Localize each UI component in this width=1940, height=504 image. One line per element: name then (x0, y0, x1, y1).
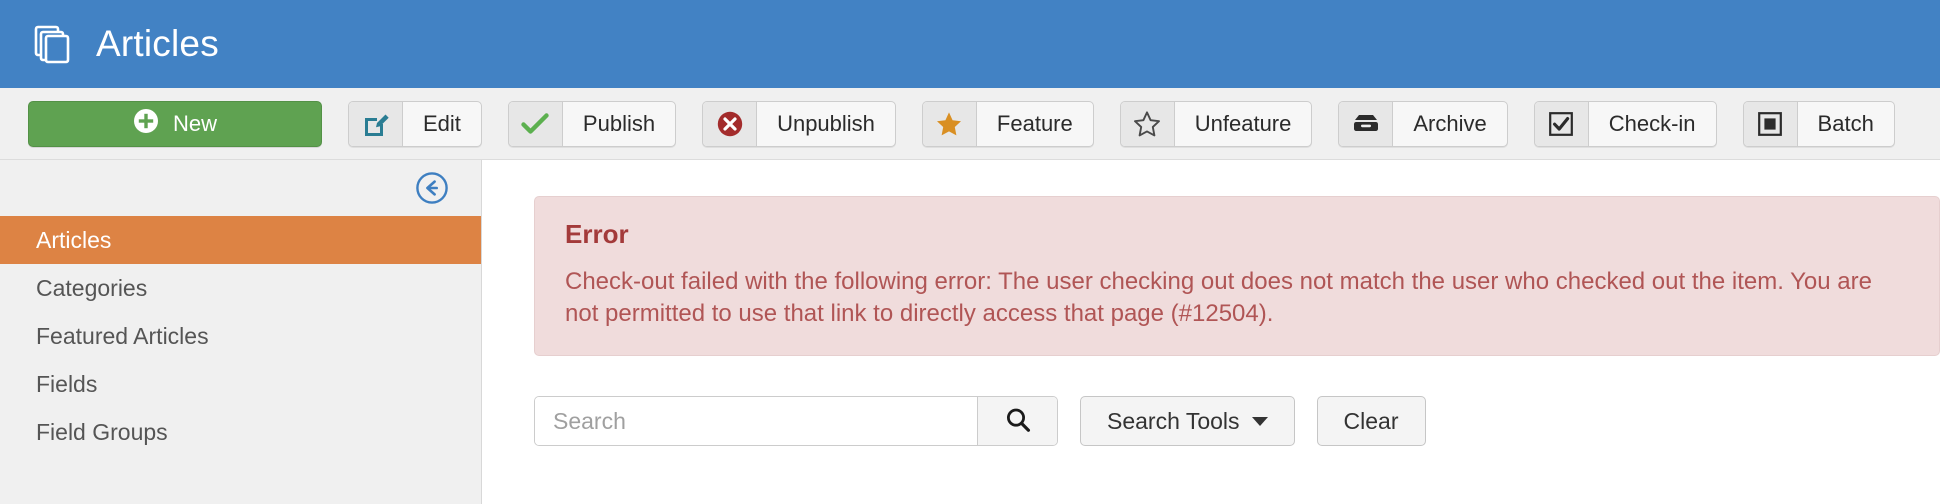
sidebar-item-label: Categories (36, 274, 148, 301)
search-submit-button[interactable] (977, 397, 1057, 446)
error-alert-message: Check-out failed with the following erro… (565, 268, 1872, 327)
page-title: Articles (96, 23, 219, 64)
sidebar-nav: Articles Categories Featured Articles Fi… (0, 216, 481, 456)
toolbar: New Edit Publish Unpublish Feature Unfea… (0, 88, 1940, 160)
sidebar-collapse-row (0, 160, 481, 216)
search-input[interactable] (535, 397, 977, 446)
sidebar-item-label: Field Groups (36, 418, 168, 445)
batch-square-icon (1743, 101, 1798, 146)
publish-button[interactable]: Publish (507, 100, 677, 147)
body-wrapper: Articles Categories Featured Articles Fi… (0, 160, 1940, 504)
batch-button-label: Batch (1817, 110, 1874, 136)
arrow-circle-left-icon[interactable] (415, 171, 449, 205)
unpublish-button-label: Unpublish (777, 110, 875, 136)
feature-button[interactable]: Feature (921, 100, 1094, 147)
magnifier-icon (1004, 406, 1032, 437)
check-in-button[interactable]: Check-in (1533, 100, 1717, 147)
new-button-label: New (172, 110, 217, 136)
sidebar-item-featured-articles[interactable]: Featured Articles (0, 312, 481, 360)
main-content: Error Check-out failed with the followin… (482, 160, 1940, 504)
plus-circle-icon (133, 108, 159, 140)
sidebar-item-field-groups[interactable]: Field Groups (0, 408, 481, 456)
clear-button-label: Clear (1343, 407, 1399, 434)
checkbox-checked-icon (1534, 101, 1589, 146)
unpublish-button[interactable]: Unpublish (702, 100, 896, 147)
search-row: Search Tools Clear (534, 396, 1940, 447)
sidebar-item-articles[interactable]: Articles (0, 216, 481, 264)
new-button[interactable]: New (28, 100, 322, 147)
sidebar-item-fields[interactable]: Fields (0, 360, 481, 408)
times-circle-icon (703, 101, 758, 146)
unfeature-button[interactable]: Unfeature (1119, 100, 1313, 147)
sidebar-item-categories[interactable]: Categories (0, 264, 481, 312)
star-outline-icon (1120, 101, 1175, 146)
sidebar: Articles Categories Featured Articles Fi… (0, 160, 482, 504)
search-tools-label: Search Tools (1107, 407, 1240, 434)
check-icon (508, 101, 563, 146)
stacked-documents-icon (30, 22, 74, 66)
feature-button-label: Feature (996, 110, 1073, 136)
check-in-button-label: Check-in (1608, 110, 1696, 136)
error-alert: Error Check-out failed with the followin… (534, 196, 1940, 357)
archive-button-label: Archive (1413, 110, 1487, 136)
sidebar-item-label: Featured Articles (36, 322, 209, 349)
star-filled-icon (922, 101, 977, 146)
unfeature-button-label: Unfeature (1194, 110, 1292, 136)
app-header: Articles (0, 0, 1940, 88)
archive-button[interactable]: Archive (1338, 100, 1508, 147)
edit-button[interactable]: Edit (348, 100, 482, 147)
publish-button-label: Publish (582, 110, 656, 136)
archive-box-icon (1339, 101, 1394, 146)
sidebar-item-label: Articles (36, 226, 112, 253)
search-group (534, 396, 1058, 447)
chevron-down-icon (1251, 416, 1268, 426)
error-alert-title: Error (565, 219, 629, 249)
pencil-square-icon (349, 101, 403, 146)
batch-button[interactable]: Batch (1742, 100, 1895, 147)
search-tools-button[interactable]: Search Tools (1080, 396, 1295, 447)
clear-button[interactable]: Clear (1316, 396, 1426, 447)
edit-button-label: Edit (423, 110, 461, 136)
sidebar-item-label: Fields (36, 370, 98, 397)
